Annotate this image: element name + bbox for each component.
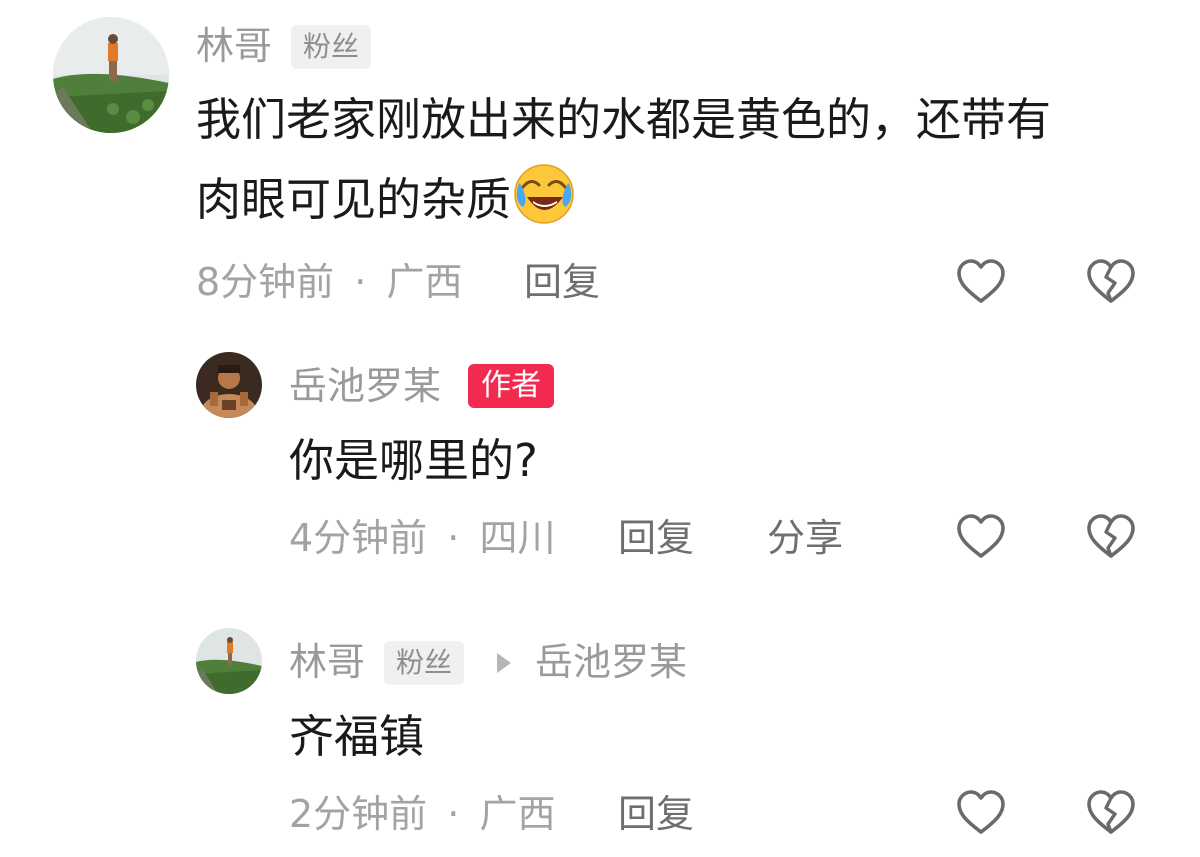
avatar[interactable] xyxy=(196,352,262,418)
comment-text: 我们老家刚放出来的水都是黄色的，还带有 肉眼可见的杂质 xyxy=(196,80,1156,240)
like-button[interactable] xyxy=(955,787,1007,839)
meta-separator: · xyxy=(447,516,460,560)
location: 四川 xyxy=(479,516,556,560)
reply-arrow-icon xyxy=(497,653,511,673)
broken-heart-outline-icon xyxy=(1087,790,1135,834)
reply-button[interactable]: 回复 xyxy=(618,514,694,562)
avatar[interactable] xyxy=(53,17,169,133)
username[interactable]: 林哥 xyxy=(289,638,365,686)
comment-meta: 8分钟前 · 广西 xyxy=(196,258,462,306)
author-badge: 作者 xyxy=(468,364,554,408)
meta-separator: · xyxy=(447,792,460,836)
dislike-button[interactable] xyxy=(1085,787,1137,839)
avatar[interactable] xyxy=(196,628,262,694)
reply-button[interactable]: 回复 xyxy=(524,258,600,306)
comment-meta: 4分钟前 · 四川 xyxy=(289,514,555,562)
broken-heart-outline-icon xyxy=(1087,514,1135,558)
reply-to-username[interactable]: 岳池罗某 xyxy=(535,638,687,686)
heart-outline-icon xyxy=(957,790,1005,834)
username[interactable]: 岳池罗某 xyxy=(289,362,441,410)
like-button[interactable] xyxy=(955,511,1007,563)
comment-text: 齐福镇 xyxy=(289,710,425,763)
location: 广西 xyxy=(479,792,556,836)
heart-outline-icon xyxy=(957,259,1005,303)
comment-text-line: 我们老家刚放出来的水都是黄色的，还带有 xyxy=(196,93,1052,146)
comment-text-line: 肉眼可见的杂质 xyxy=(196,160,1156,240)
share-button[interactable]: 分享 xyxy=(767,514,843,562)
meta-separator: · xyxy=(354,260,367,304)
timestamp: 8分钟前 xyxy=(196,260,335,304)
dislike-button[interactable] xyxy=(1085,256,1137,308)
timestamp: 2分钟前 xyxy=(289,792,428,836)
fan-badge: 粉丝 xyxy=(291,25,372,69)
comment-text-segment: 肉眼可见的杂质 xyxy=(196,173,512,226)
dislike-button[interactable] xyxy=(1085,511,1137,563)
fan-badge: 粉丝 xyxy=(384,641,465,685)
like-button[interactable] xyxy=(955,256,1007,308)
comment-meta: 2分钟前 · 广西 xyxy=(289,790,555,838)
location: 广西 xyxy=(386,260,463,304)
comment-text: 你是哪里的? xyxy=(289,434,538,487)
reply-button[interactable]: 回复 xyxy=(618,790,694,838)
username[interactable]: 林哥 xyxy=(196,22,272,70)
timestamp: 4分钟前 xyxy=(289,516,428,560)
heart-outline-icon xyxy=(957,514,1005,558)
face-with-tears-of-joy-icon xyxy=(511,161,577,227)
broken-heart-outline-icon xyxy=(1087,259,1135,303)
